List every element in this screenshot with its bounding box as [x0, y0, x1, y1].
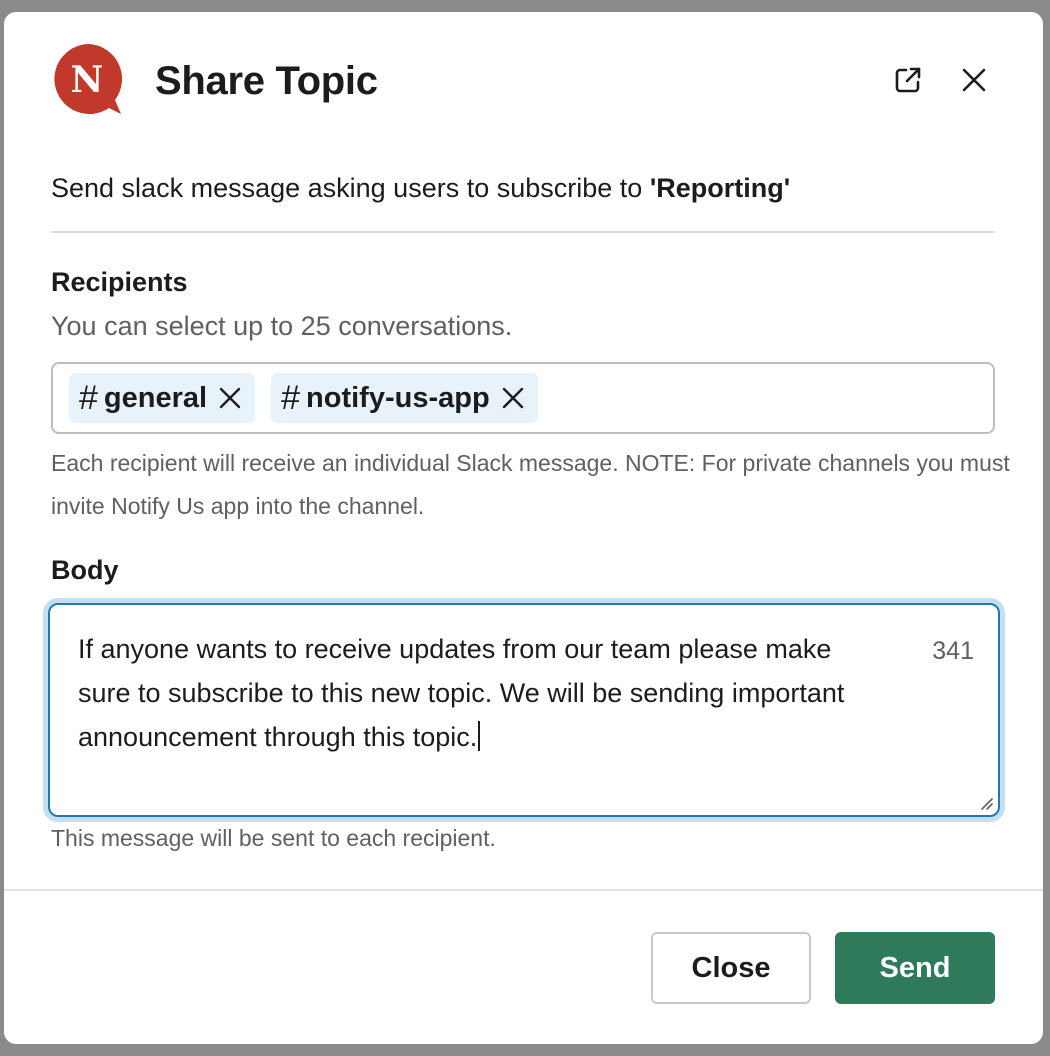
logo-letter: N [71, 59, 104, 101]
body-text: If anyone wants to receive updates from … [78, 634, 845, 752]
remove-chip-button[interactable] [219, 387, 241, 409]
topic-name: 'Reporting' [649, 173, 791, 203]
modal-title: Share Topic [155, 59, 378, 103]
close-modal-button[interactable] [956, 62, 992, 98]
footer-divider [4, 889, 1043, 891]
body-textarea[interactable]: If anyone wants to receive updates from … [48, 603, 1000, 817]
share-topic-modal: N Share Topic Send slack message asking … [4, 12, 1043, 1044]
intro-prefix: Send slack message asking users to subsc… [51, 173, 650, 203]
divider [51, 231, 995, 233]
remove-chip-button[interactable] [502, 387, 524, 409]
character-counter: 341 [932, 637, 974, 665]
recipients-input[interactable]: # general # notify-us-app [51, 362, 995, 434]
close-button[interactable]: Close [651, 932, 811, 1004]
body-label: Body [51, 555, 119, 585]
notify-us-logo-icon: N [54, 44, 123, 114]
recipient-chip-general: # general [69, 373, 256, 423]
recipients-label: Recipients [51, 267, 188, 297]
channel-hash-icon: # [79, 378, 98, 417]
intro-text: Send slack message asking users to subsc… [51, 170, 790, 206]
close-icon [962, 68, 986, 92]
resize-handle-icon[interactable] [978, 795, 994, 811]
recipient-chip-notify-us-app: # notify-us-app [271, 373, 538, 423]
chip-label: notify-us-app [306, 381, 490, 414]
channel-hash-icon: # [281, 378, 301, 417]
recipients-hint: You can select up to 25 conversations. [51, 311, 513, 341]
close-icon [502, 387, 523, 409]
popout-button[interactable] [890, 62, 926, 98]
send-button[interactable]: Send [835, 932, 995, 1004]
close-icon [219, 387, 241, 409]
recipients-help-text: Each recipient will receive an individua… [51, 450, 1010, 519]
external-link-icon [895, 67, 921, 93]
chip-label: general [103, 381, 208, 414]
modal-header: N Share Topic [4, 12, 1043, 152]
text-caret [478, 721, 481, 751]
body-hint: This message will be sent to each recipi… [51, 825, 496, 851]
